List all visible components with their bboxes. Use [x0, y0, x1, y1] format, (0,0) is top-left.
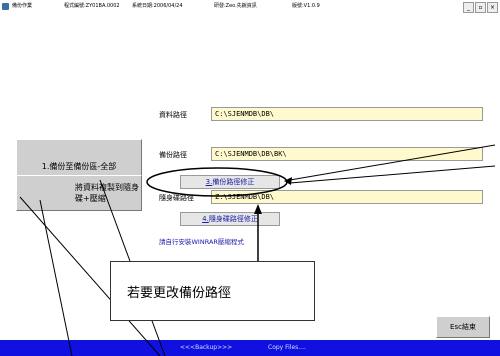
window-controls: _ ▫ ×: [463, 2, 498, 13]
app-title: 備份作業: [12, 3, 33, 9]
winrar-note: 請自行安裝WINRAR壓縮程式: [159, 238, 244, 246]
title-bar: 備份作業 程式編號:ZY01BA.0002 系統日期:2006/04/24 研發…: [0, 0, 500, 13]
data-path-label: 資料路徑: [159, 111, 187, 119]
backup-path-label: 備份路徑: [159, 151, 187, 159]
program-id: 程式編號:ZY01BA.0002: [64, 3, 120, 9]
diagonal-line-b: [39, 199, 73, 356]
close-button[interactable]: ×: [487, 2, 498, 13]
minimize-button[interactable]: _: [463, 2, 474, 13]
system-date: 系統日期:2006/04/24: [132, 3, 183, 9]
usb-path-label: 隨身碟路徑: [159, 194, 194, 202]
data-path-field[interactable]: C:\SJENMDB\DB\: [211, 107, 483, 121]
copy-to-usb-label: 將資料複製到隨身碟+壓縮: [75, 183, 139, 203]
status-right: Copy Files....: [268, 344, 306, 351]
app-icon: [2, 3, 9, 10]
status-bar: <<<Backup>>> Copy Files....: [0, 340, 500, 356]
usb-path-correct-text: 隨身碟路徑修正: [208, 215, 258, 223]
developer-info: 研發:Zeo.先銳資訊: [214, 3, 257, 9]
version-info: 版號:V1.0.9: [292, 3, 320, 9]
exit-button[interactable]: Esc結束: [436, 316, 490, 338]
backup-path-correct-button[interactable]: 3.備份路徑修正: [180, 175, 280, 189]
status-left: <<<Backup>>>: [180, 344, 233, 351]
backup-path-correct-text: 備份路徑修正: [212, 178, 255, 186]
copy-to-usb-button[interactable]: 將資料複製到隨身碟+壓縮: [16, 175, 142, 211]
backup-path-field[interactable]: C:\SJENMDB\DB\BK\: [211, 147, 483, 161]
arrow-head-right: [284, 177, 292, 185]
callout-line-lower: [289, 165, 496, 184]
usb-path-correct-num: 4.: [202, 215, 209, 223]
backup-full-label: 1.備份至備份區-全部: [41, 162, 117, 171]
callout-text: 若要更改備份路徑: [127, 285, 232, 301]
restore-button[interactable]: ▫: [475, 2, 486, 13]
usb-path-correct-button[interactable]: 4.隨身碟路徑修正: [180, 212, 280, 226]
exit-label: Esc結束: [450, 323, 476, 331]
callout-box: 若要更改備份路徑: [110, 261, 315, 321]
usb-path-field[interactable]: Z:\SJENMDB\DB\: [211, 190, 483, 204]
